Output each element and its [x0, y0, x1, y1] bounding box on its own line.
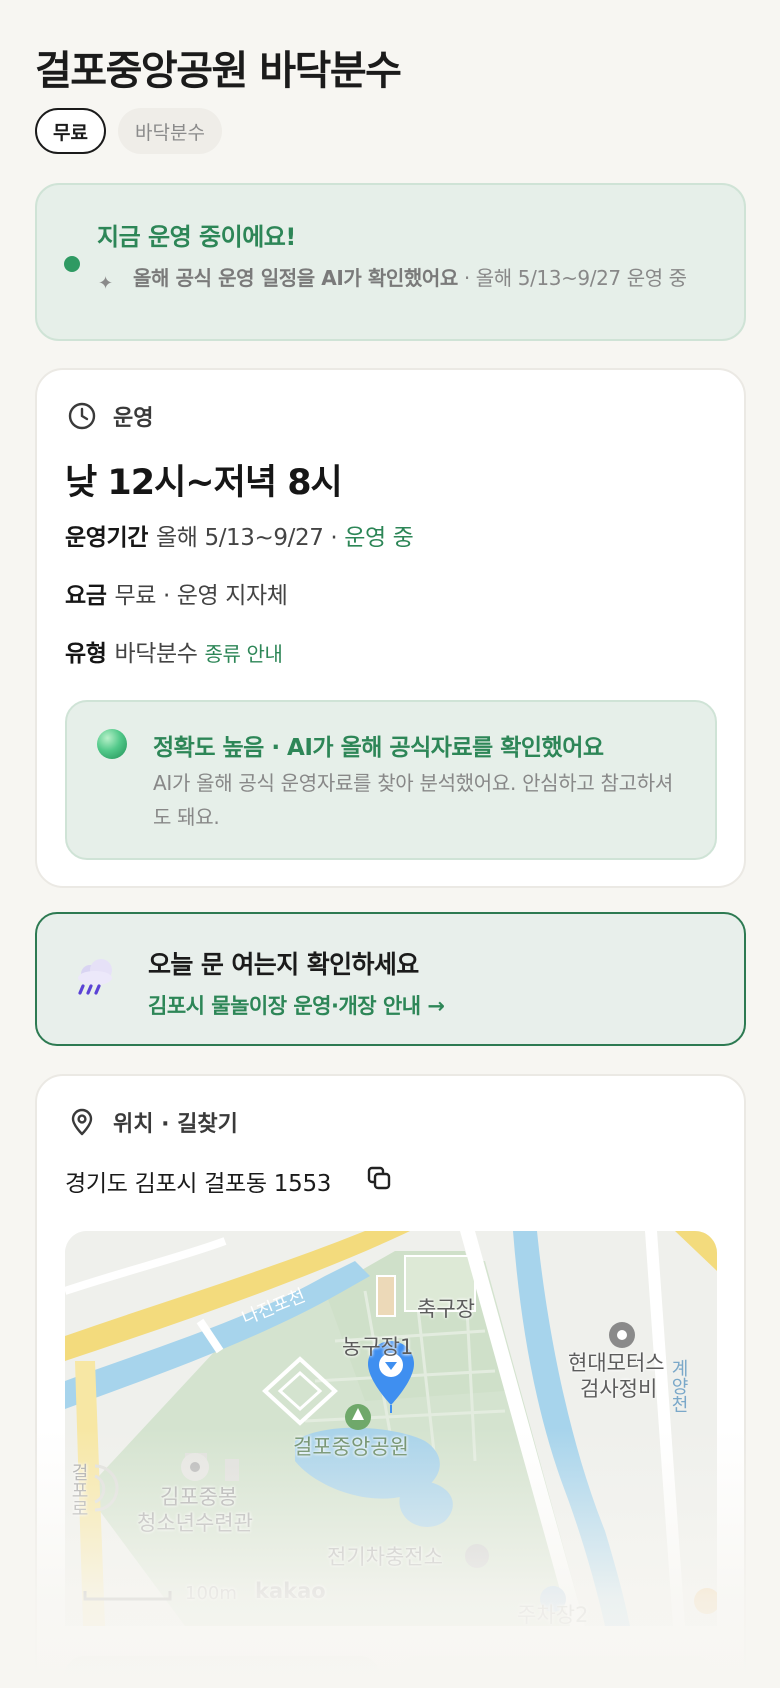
map-label-parking: 주차장2 — [517, 1603, 589, 1626]
status-dot — [64, 256, 80, 272]
accuracy-box: 정확도 높음 · AI가 올해 공식자료를 확인했어요 AI가 올해 공식 운영… — [65, 700, 717, 860]
map-label-road: 걸포로 — [68, 1463, 89, 1517]
status-card: 지금 운영 중이에요! ✦ 올해 공식 운영 일정을 AI가 확인했어요 · 올… — [35, 183, 746, 341]
period-row: 운영기간 올해 5/13~9/27 · 운영 중 — [65, 518, 414, 552]
fee-row: 요금 무료 · 운영 지자체 — [65, 576, 288, 610]
map-view[interactable]: 나진포천 축구장 농구장1 걸포중앙공원 현대모터스 검사정비 계양천 김포중봉… — [65, 1231, 717, 1626]
location-pin-icon — [71, 1108, 93, 1136]
location-label: 위치 · 길찾기 — [113, 1112, 238, 1137]
period-value: 올해 5/13~9/27 · — [156, 525, 345, 551]
sparkle-icon: ✦ — [98, 273, 114, 294]
map-label-park: 걸포중앙공원 — [293, 1435, 409, 1459]
type-value: 바닥분수 — [114, 641, 198, 667]
status-description: 올해 공식 운영 일정을 AI가 확인했어요 · 올해 5/13~9/27 운영… — [133, 263, 733, 293]
map-label-basketball: 농구장1 — [342, 1335, 414, 1359]
type-row: 유형 바닥분수 종류 안내 — [65, 634, 283, 668]
notice-title: 오늘 문 여는지 확인하세요 — [148, 950, 419, 979]
directions-button[interactable] — [64, 1656, 380, 1688]
status-title: 지금 운영 중이에요! — [97, 223, 296, 251]
chip-free[interactable]: 무료 — [35, 108, 106, 154]
period-label: 운영기간 — [65, 525, 149, 551]
notice-card[interactable]: 오늘 문 여는지 확인하세요 김포시 물놀이장 운영·개장 안내 → — [35, 912, 746, 1046]
rain-cloud-icon — [78, 959, 112, 995]
notice-link[interactable]: 김포시 물놀이장 운영·개장 안내 → — [148, 990, 445, 1020]
map-brand-logo: kakao — [255, 1579, 326, 1603]
page: 걸포중앙공원 바닥분수 무료 바닥분수 지금 운영 중이에요! ✦ 올해 공식 … — [0, 0, 780, 1688]
accuracy-indicator-icon — [97, 729, 127, 759]
clock-icon — [68, 402, 96, 430]
type-guide-link[interactable]: 종류 안내 — [205, 642, 283, 666]
operation-header: 운영 — [67, 400, 153, 432]
location-header: 위치 · 길찾기 — [67, 1106, 238, 1138]
accuracy-title: 정확도 높음 · AI가 올해 공식자료를 확인했어요 — [153, 735, 604, 761]
fee-value: 무료 · 운영 지자체 — [114, 583, 288, 609]
copy-icon[interactable] — [365, 1164, 393, 1192]
page-title: 걸포중앙공원 바닥분수 — [35, 48, 402, 94]
chip-type[interactable]: 바닥분수 — [118, 108, 222, 154]
address-text: 경기도 김포시 걸포동 1553 — [65, 1171, 332, 1197]
operation-label: 운영 — [113, 406, 154, 431]
location-card: 위치 · 길찾기 경기도 김포시 걸포동 1553 나진포천 축구장 농구장1 … — [35, 1074, 746, 1688]
status-detail: · 올해 5/13~9/27 운영 중 — [457, 266, 687, 290]
share-location-button[interactable] — [398, 1656, 714, 1688]
status-ai-text: 올해 공식 운영 일정을 AI가 확인했어요 — [133, 266, 458, 290]
map-label-ev: 전기차충전소 — [327, 1545, 443, 1569]
map-label-motors-2: 검사정비 — [580, 1377, 658, 1401]
map-label-soccer: 축구장 — [417, 1297, 475, 1321]
operation-card: 운영 낮 12시~저녁 8시 운영기간 올해 5/13~9/27 · 운영 중 요… — [35, 368, 746, 888]
fee-label: 요금 — [65, 583, 107, 609]
map-label-gyeyangcheon: 계양천 — [668, 1359, 689, 1413]
accuracy-description: AI가 올해 공식 운영자료를 찾아 분석했어요. 안심하고 참고하셔도 돼요. — [153, 771, 673, 829]
period-status: 운영 중 — [344, 525, 414, 551]
map-label-youth-2: 청소년수련관 — [137, 1511, 253, 1535]
map-scale-label: 100m — [185, 1583, 237, 1604]
type-label: 유형 — [65, 641, 107, 667]
operating-hours: 낮 12시~저녁 8시 — [65, 463, 343, 503]
